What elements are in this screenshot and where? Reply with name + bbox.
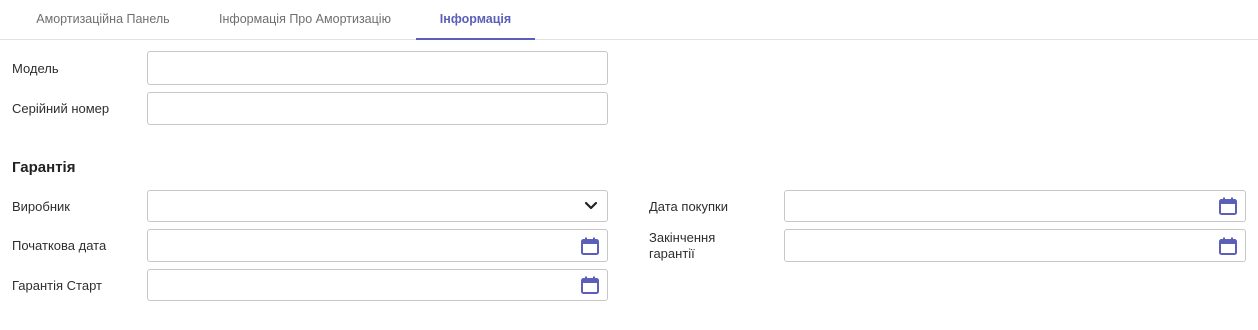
purchase-date-label: Дата покупки <box>649 199 728 214</box>
warranty-start-label: Гарантія Старт <box>12 278 102 293</box>
calendar-icon[interactable] <box>580 236 600 256</box>
calendar-icon[interactable] <box>1218 196 1238 216</box>
tab-amortization-info[interactable]: Інформація Про Амортизацію <box>196 0 414 39</box>
manufacturer-label: Виробник <box>12 199 70 214</box>
tab-amortization-panel[interactable]: Амортизаційна Панель <box>14 0 192 39</box>
tab-information[interactable]: Інформація <box>416 0 535 40</box>
model-field[interactable] <box>147 51 608 85</box>
warranty-end-field[interactable] <box>784 229 1246 262</box>
start-date-field[interactable] <box>147 229 608 262</box>
calendar-icon[interactable] <box>580 275 600 295</box>
warranty-end-label: Закінчення гарантії <box>649 230 716 261</box>
model-label: Модель <box>12 61 59 76</box>
chevron-down-icon <box>584 201 598 210</box>
calendar-icon[interactable] <box>1218 236 1238 256</box>
warranty-section-title: Гарантія <box>12 159 76 176</box>
tab-bar: Амортизаційна Панель Інформація Про Амор… <box>0 0 1258 40</box>
start-date-label: Початкова дата <box>12 238 107 253</box>
purchase-date-field[interactable] <box>784 190 1246 222</box>
serial-number-field[interactable] <box>147 92 608 125</box>
serial-number-label: Серійний номер <box>12 101 110 116</box>
warranty-start-field[interactable] <box>147 269 608 301</box>
manufacturer-select[interactable] <box>147 190 608 222</box>
